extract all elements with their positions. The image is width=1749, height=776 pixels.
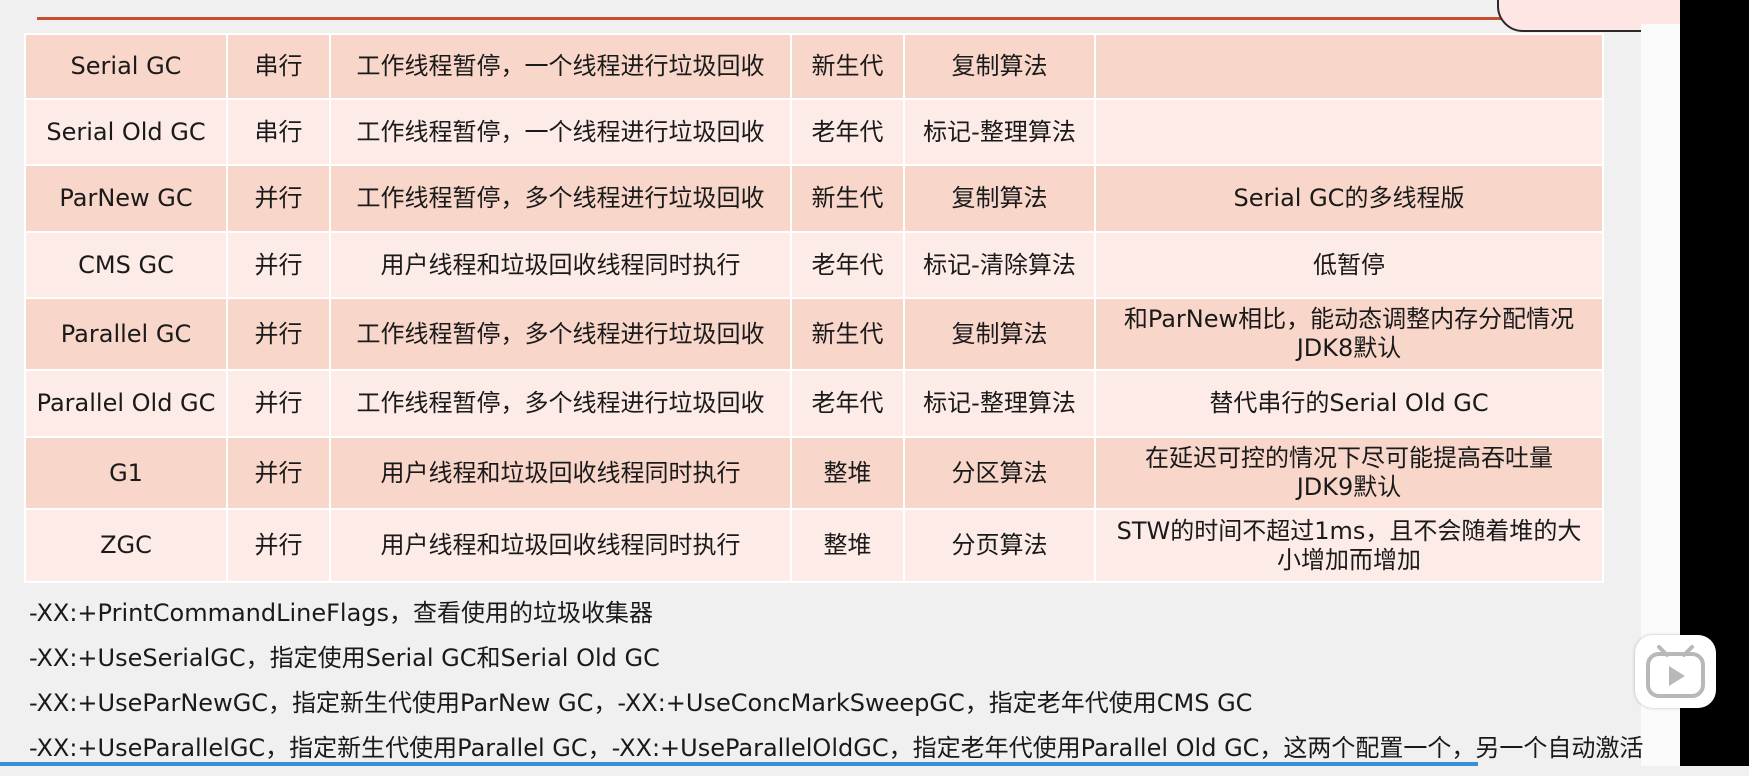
gc-generation-cell: 新生代 (790, 33, 905, 100)
table-row: Serial GC 串行 工作线程暂停，一个线程进行垃圾回收 新生代 复制算法 (24, 33, 1604, 100)
gc-generation-cell: 新生代 (790, 297, 905, 371)
gc-mode-cell: 并行 (226, 369, 331, 438)
gc-name-cell: ParNew GC (24, 164, 228, 233)
gc-mode-cell: 并行 (226, 436, 331, 510)
gc-algorithm-cell: 标记-整理算法 (903, 369, 1096, 438)
gc-algorithm-cell: 标记-清除算法 (903, 231, 1096, 299)
gc-note-line: 在延迟可控的情况下尽可能提高吞吐量 (1145, 444, 1553, 472)
jvm-flag-note: -XX:+UseParNewGC，指定新生代使用ParNew GC，-XX:+U… (29, 689, 1253, 717)
table-row: Parallel GC 并行 工作线程暂停，多个线程进行垃圾回收 新生代 复制算… (24, 297, 1604, 371)
gc-mode-cell: 并行 (226, 231, 331, 299)
gc-description-cell: 工作线程暂停，多个线程进行垃圾回收 (329, 297, 792, 371)
gc-generation-cell: 整堆 (790, 436, 905, 510)
gc-generation-cell: 老年代 (790, 98, 905, 166)
jvm-flag-note: -XX:+PrintCommandLineFlags，查看使用的垃圾收集器 (29, 599, 654, 627)
table-row: ZGC 并行 用户线程和垃圾回收线程同时执行 整堆 分页算法 STW的时间不超过… (24, 508, 1604, 583)
gc-mode-cell: 并行 (226, 297, 331, 371)
gc-note-cell: Serial GC的多线程版 (1094, 164, 1604, 233)
gc-mode-cell: 串行 (226, 33, 331, 100)
gc-algorithm-cell: 复制算法 (903, 297, 1096, 371)
gc-note-line: JDK9默认 (1296, 473, 1402, 501)
slide-top-rule (37, 17, 1507, 20)
table-row: CMS GC 并行 用户线程和垃圾回收线程同时执行 老年代 标记-清除算法 低暂… (24, 231, 1604, 299)
gc-mode-cell: 并行 (226, 508, 331, 583)
gc-algorithm-cell: 标记-整理算法 (903, 98, 1096, 166)
gc-note-cell (1094, 98, 1604, 166)
jvm-flag-note: -XX:+UseSerialGC，指定使用Serial GC和Serial Ol… (29, 644, 660, 672)
table-row: Parallel Old GC 并行 工作线程暂停，多个线程进行垃圾回收 老年代… (24, 369, 1604, 438)
gc-generation-cell: 老年代 (790, 369, 905, 438)
gc-generation-cell: 新生代 (790, 164, 905, 233)
gc-algorithm-cell: 分区算法 (903, 436, 1096, 510)
gc-note-cell: 低暂停 (1094, 231, 1604, 299)
gc-description-cell: 用户线程和垃圾回收线程同时执行 (329, 508, 792, 583)
gc-note-cell: 替代串行的Serial Old GC (1094, 369, 1604, 438)
gc-algorithm-cell: 复制算法 (903, 164, 1096, 233)
gc-note-cell: 和ParNew相比，能动态调整内存分配情况 JDK8默认 (1094, 297, 1604, 371)
gc-mode-cell: 串行 (226, 98, 331, 166)
gc-generation-cell: 老年代 (790, 231, 905, 299)
gc-mode-cell: 并行 (226, 164, 331, 233)
gc-name-cell: Serial GC (24, 33, 228, 100)
gc-name-cell: Parallel Old GC (24, 369, 228, 438)
table-row: ParNew GC 并行 工作线程暂停，多个线程进行垃圾回收 新生代 复制算法 … (24, 164, 1604, 233)
gc-description-cell: 工作线程暂停，一个线程进行垃圾回收 (329, 33, 792, 100)
gc-note-cell: 在延迟可控的情况下尽可能提高吞吐量 JDK9默认 (1094, 436, 1604, 510)
gc-name-cell: ZGC (24, 508, 228, 583)
gc-description-cell: 用户线程和垃圾回收线程同时执行 (329, 436, 792, 510)
table-row: Serial Old GC 串行 工作线程暂停，一个线程进行垃圾回收 老年代 标… (24, 98, 1604, 166)
jvm-flag-note: -XX:+UseParallelGC，指定新生代使用Parallel GC，-X… (29, 734, 1644, 762)
gc-name-cell: Parallel GC (24, 297, 228, 371)
gc-description-cell: 用户线程和垃圾回收线程同时执行 (329, 231, 792, 299)
gc-description-cell: 工作线程暂停，多个线程进行垃圾回收 (329, 164, 792, 233)
bilibili-float-button[interactable] (1635, 635, 1716, 708)
table-row: G1 并行 用户线程和垃圾回收线程同时执行 整堆 分区算法 在延迟可控的情况下尽… (24, 436, 1604, 510)
video-progress-line (0, 762, 1478, 766)
gc-name-cell: G1 (24, 436, 228, 510)
gc-note-cell: STW的时间不超过1ms，且不会随着堆的大 小增加而增加 (1094, 508, 1604, 583)
gc-name-cell: CMS GC (24, 231, 228, 299)
gc-note-cell (1094, 33, 1604, 100)
gc-note-line: STW的时间不超过1ms，且不会随着堆的大 (1116, 516, 1582, 545)
gc-algorithm-cell: 分页算法 (903, 508, 1096, 583)
gc-algorithm-cell: 复制算法 (903, 33, 1096, 100)
gc-note-line: 和ParNew相比，能动态调整内存分配情况 (1123, 305, 1575, 333)
gc-generation-cell: 整堆 (790, 508, 905, 583)
gc-name-cell: Serial Old GC (24, 98, 228, 166)
gc-description-cell: 工作线程暂停，多个线程进行垃圾回收 (329, 369, 792, 438)
bilibili-tv-play-icon (1646, 645, 1705, 698)
gc-note-line: 小增加而增加 (1277, 545, 1421, 574)
gc-description-cell: 工作线程暂停，一个线程进行垃圾回收 (329, 98, 792, 166)
jvm-flag-notes: -XX:+PrintCommandLineFlags，查看使用的垃圾收集器 -X… (29, 596, 1643, 776)
gc-note-line: JDK8默认 (1296, 334, 1402, 362)
gc-comparison-table: Serial GC 串行 工作线程暂停，一个线程进行垃圾回收 新生代 复制算法 … (24, 33, 1604, 583)
